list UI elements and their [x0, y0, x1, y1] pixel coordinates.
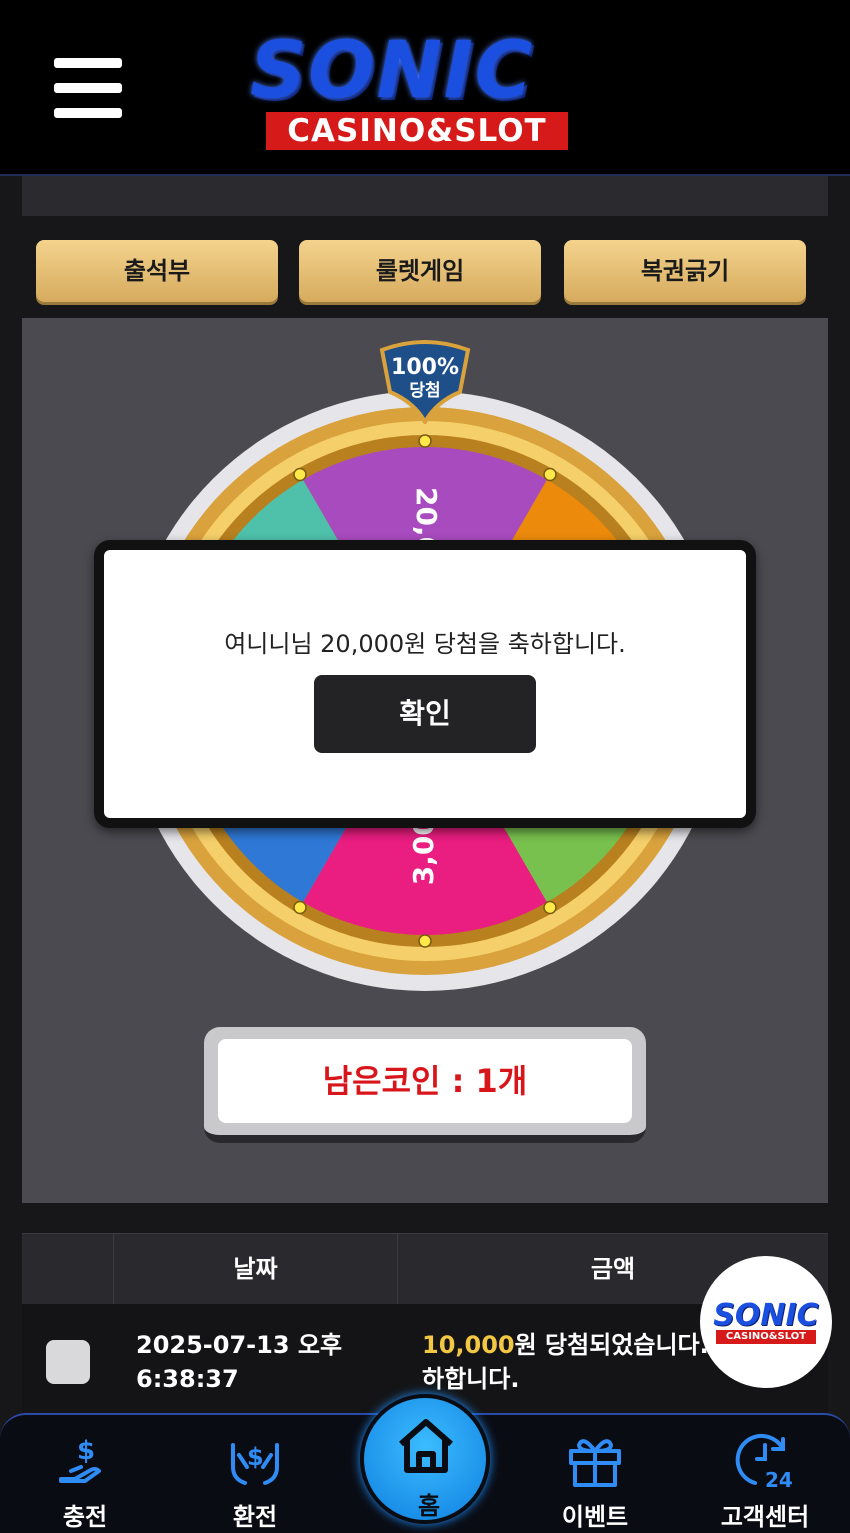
row-amount: 10,000원 당첨되었습니다. 축하합니다. — [422, 1328, 742, 1396]
win-message: 여니니님 20,000원 당첨을 축하합니다. — [224, 630, 626, 658]
floating-logo-main: SONIC — [713, 1298, 819, 1333]
wheel-light — [293, 467, 307, 482]
nav-deposit[interactable]: $ 충전 — [20, 1425, 150, 1533]
gift-icon — [569, 1439, 621, 1487]
win-dialog: 여니니님 20,000원 당첨을 축하합니다. 확인 — [94, 540, 756, 828]
svg-text:24: 24 — [765, 1468, 793, 1491]
table-header-date: 날짜 — [114, 1234, 398, 1304]
remaining-coins: 남은코인 : 1개 — [218, 1039, 632, 1123]
menu-icon[interactable] — [54, 58, 122, 118]
logo-sonic[interactable]: SONIC — [250, 28, 600, 114]
wheel-light — [543, 467, 557, 482]
table-header-check — [22, 1234, 114, 1304]
nav-withdraw-label: 환전 — [232, 1503, 278, 1531]
home-icon — [399, 1419, 453, 1473]
header: SONIC CASINO&SLOT — [0, 0, 850, 176]
confirm-button[interactable]: 확인 — [314, 675, 536, 753]
remaining-coins-box: 남은코인 : 1개 — [204, 1027, 646, 1143]
wheel-light — [293, 900, 307, 915]
row-amount-value: 10,000 — [422, 1331, 515, 1359]
wheel-light — [543, 900, 557, 915]
row-checkbox[interactable] — [46, 1340, 90, 1384]
svg-text:100%: 100% — [391, 355, 459, 380]
withdraw-icon: $ — [231, 1443, 279, 1485]
tab-lottery[interactable]: 복권긁기 — [564, 240, 806, 302]
nav-deposit-label: 충전 — [62, 1503, 108, 1531]
wheel-light — [418, 934, 432, 948]
row-date: 2025-07-13 오후 6:38:37 — [136, 1331, 343, 1393]
deposit-icon: $ — [59, 1436, 101, 1483]
svg-text:$: $ — [247, 1443, 264, 1471]
nav-withdraw[interactable]: $ 환전 — [190, 1425, 320, 1533]
nav-event[interactable]: 이벤트 — [530, 1425, 660, 1533]
nav-support-label: 고객센터 — [720, 1503, 810, 1531]
tab-roulette[interactable]: 룰렛게임 — [299, 240, 541, 302]
wheel-light — [418, 434, 432, 448]
badge-100-percent: 100% 당첨 — [379, 340, 471, 424]
nav-support[interactable]: 24 고객센터 — [700, 1425, 830, 1533]
nav-event-label: 이벤트 — [561, 1503, 629, 1531]
svg-text:당첨: 당첨 — [409, 380, 440, 401]
logo-casino-slot: CASINO&SLOT — [266, 112, 568, 150]
nav-home-label: 홈 — [417, 1492, 441, 1520]
floating-logo-button[interactable]: SONIC CASINO&SLOT — [700, 1256, 832, 1388]
title-panel — [22, 172, 828, 216]
tab-attendance[interactable]: 출석부 — [36, 240, 278, 302]
floating-logo-sub: CASINO&SLOT — [716, 1330, 816, 1344]
support-24-icon: 24 — [735, 1433, 793, 1491]
svg-text:$: $ — [77, 1436, 95, 1466]
nav-home[interactable]: 홈 — [360, 1394, 490, 1524]
